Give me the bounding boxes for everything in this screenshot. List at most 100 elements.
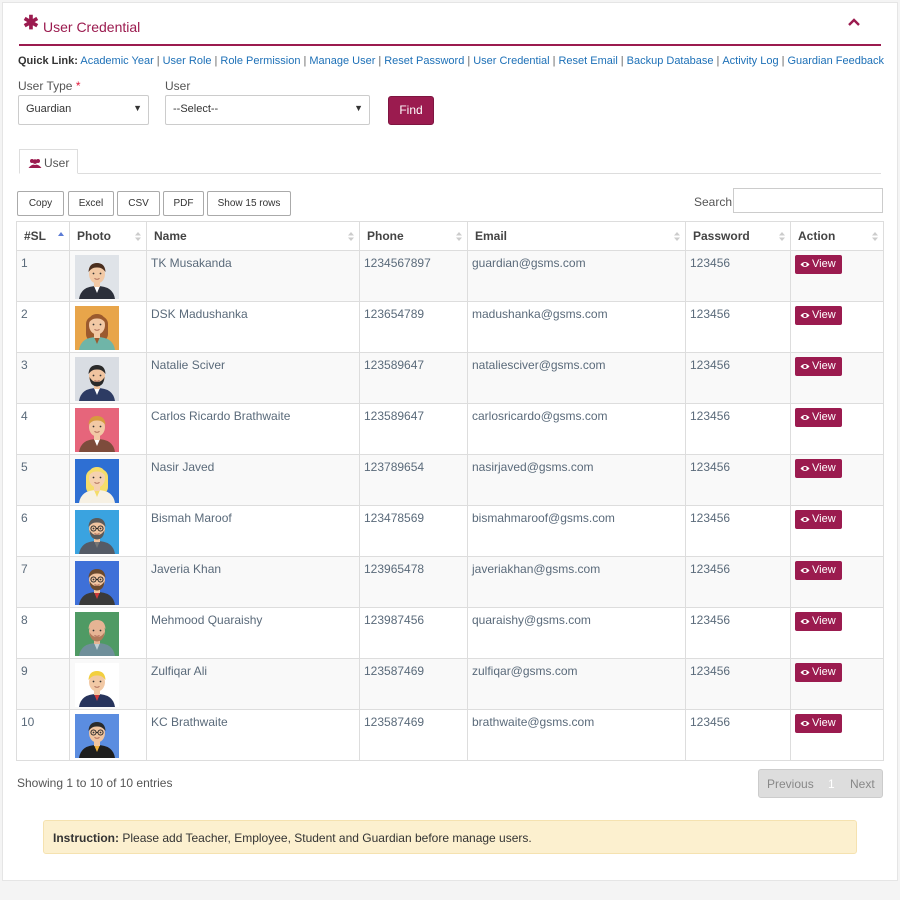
man-glasses-red-tie-avatar (75, 561, 119, 605)
quick-link-backup-database[interactable]: Backup Database (627, 55, 714, 67)
col-photo[interactable]: Photo (69, 221, 147, 251)
col-name[interactable]: Name (146, 221, 360, 251)
quick-link-user-credential[interactable]: User Credential (473, 55, 549, 67)
cell-sl: 2 (16, 301, 70, 353)
quick-link-role-permission[interactable]: Role Permission (220, 55, 300, 67)
cell-password: 123456 (685, 607, 791, 659)
pagination: Previous 1 Next (758, 769, 883, 798)
link-separator: | (378, 55, 382, 67)
cell-photo (69, 505, 147, 557)
tab-user[interactable]: User (19, 149, 78, 174)
quick-link-guardian-feedback[interactable]: Guardian Feedback (787, 55, 884, 67)
quick-link-activity-log[interactable]: Activity Log (722, 55, 778, 67)
table-row: 9 Zulfiqar Ali 123587469 zulfiqar@gsms.com 1… (16, 658, 884, 710)
quick-link-user-role[interactable]: User Role (163, 55, 212, 67)
sort-icon (456, 232, 462, 241)
cell-photo (69, 250, 147, 302)
col-password[interactable]: Password (685, 221, 791, 251)
quick-link-manage-user[interactable]: Manage User (309, 55, 375, 67)
table-row: 8 Mehmood Quaraishy 123987456 quaraishy@gsm… (16, 607, 884, 659)
link-separator: | (716, 55, 720, 67)
table-row: 6 Bismah Maroof 123478569 bismahmaroof@gsms… (16, 505, 884, 557)
find-button[interactable]: Find (388, 96, 434, 125)
panel-header: ✱ User Credential (19, 3, 881, 46)
show-rows-button[interactable]: Show 15 rows (207, 191, 291, 216)
cell-email: javeriakhan@gsms.com (467, 556, 686, 608)
excel-button[interactable]: Excel (68, 191, 114, 216)
view-label: View (812, 717, 836, 729)
view-button[interactable]: View (795, 306, 842, 325)
user-select[interactable]: --Select-- ▼ (165, 95, 370, 125)
cell-action: View (790, 352, 884, 404)
cell-phone: 123589647 (359, 352, 468, 404)
sort-icon (348, 232, 354, 241)
cell-password: 123456 (685, 709, 791, 761)
csv-button[interactable]: CSV (117, 191, 160, 216)
woman-brown-hair-avatar (75, 306, 119, 350)
view-button[interactable]: View (795, 612, 842, 631)
table-header-row: #SL Photo Name Phone Email Password Acti… (16, 221, 884, 251)
man-glasses-beard-avatar (75, 510, 119, 554)
cell-sl: 7 (16, 556, 70, 608)
eye-icon (800, 415, 810, 420)
chevron-up-icon[interactable] (847, 15, 861, 29)
eye-icon (800, 721, 810, 726)
view-button[interactable]: View (795, 510, 842, 529)
cell-phone: 1234567897 (359, 250, 468, 302)
view-button[interactable]: View (795, 459, 842, 478)
cell-name: Bismah Maroof (146, 505, 360, 557)
cell-email: carlosricardo@gsms.com (467, 403, 686, 455)
col-email[interactable]: Email (467, 221, 686, 251)
view-button[interactable]: View (795, 714, 842, 733)
cell-password: 123456 (685, 403, 791, 455)
search-label: Search: (694, 195, 736, 209)
col-phone[interactable]: Phone (359, 221, 468, 251)
cell-action: View (790, 505, 884, 557)
page-1-button[interactable]: 1 (828, 777, 835, 791)
cell-sl: 5 (16, 454, 70, 506)
cell-sl: 4 (16, 403, 70, 455)
cell-name: Nasir Javed (146, 454, 360, 506)
view-button[interactable]: View (795, 357, 842, 376)
dropdown-arrow-icon: ▼ (354, 103, 363, 113)
view-label: View (812, 615, 836, 627)
eye-icon (800, 262, 810, 267)
table-row: 2 DSK Madushanka 123654789 madushanka@gsms.… (16, 301, 884, 353)
sort-icon (872, 232, 878, 241)
view-button[interactable]: View (795, 408, 842, 427)
quick-link-academic-year[interactable]: Academic Year (80, 55, 153, 67)
asterisk-icon: ✱ (23, 13, 39, 34)
cell-name: Zulfiqar Ali (146, 658, 360, 710)
user-table: #SL Photo Name Phone Email Password Acti… (16, 221, 884, 761)
quick-link-reset-password[interactable]: Reset Password (384, 55, 464, 67)
link-separator: | (781, 55, 785, 67)
cell-phone: 123987456 (359, 607, 468, 659)
woman-blonde-pink-bg-avatar (75, 408, 119, 452)
cell-sl: 6 (16, 505, 70, 557)
bald-man-green-bg-avatar (75, 612, 119, 656)
cell-photo (69, 556, 147, 608)
col-action[interactable]: Action (790, 221, 884, 251)
view-button[interactable]: View (795, 255, 842, 274)
cell-email: brathwaite@gsms.com (467, 709, 686, 761)
next-button[interactable]: Next (850, 777, 875, 791)
cell-action: View (790, 250, 884, 302)
cell-photo (69, 352, 147, 404)
quick-link-reset-email[interactable]: Reset Email (558, 55, 617, 67)
man-brown-hair-avatar (75, 255, 119, 299)
cell-email: madushanka@gsms.com (467, 301, 686, 353)
user-type-label: User Type * (18, 79, 81, 93)
copy-button[interactable]: Copy (17, 191, 64, 216)
cell-sl: 3 (16, 352, 70, 404)
cell-photo (69, 301, 147, 353)
view-button[interactable]: View (795, 561, 842, 580)
search-input[interactable] (733, 188, 883, 213)
col-sl[interactable]: #SL (16, 221, 70, 251)
cell-photo (69, 454, 147, 506)
user-type-select[interactable]: Guardian ▼ (18, 95, 149, 125)
pdf-button[interactable]: PDF (163, 191, 204, 216)
bearded-man-suit-avatar (75, 357, 119, 401)
previous-button[interactable]: Previous (767, 777, 814, 791)
view-button[interactable]: View (795, 663, 842, 682)
cell-action: View (790, 658, 884, 710)
